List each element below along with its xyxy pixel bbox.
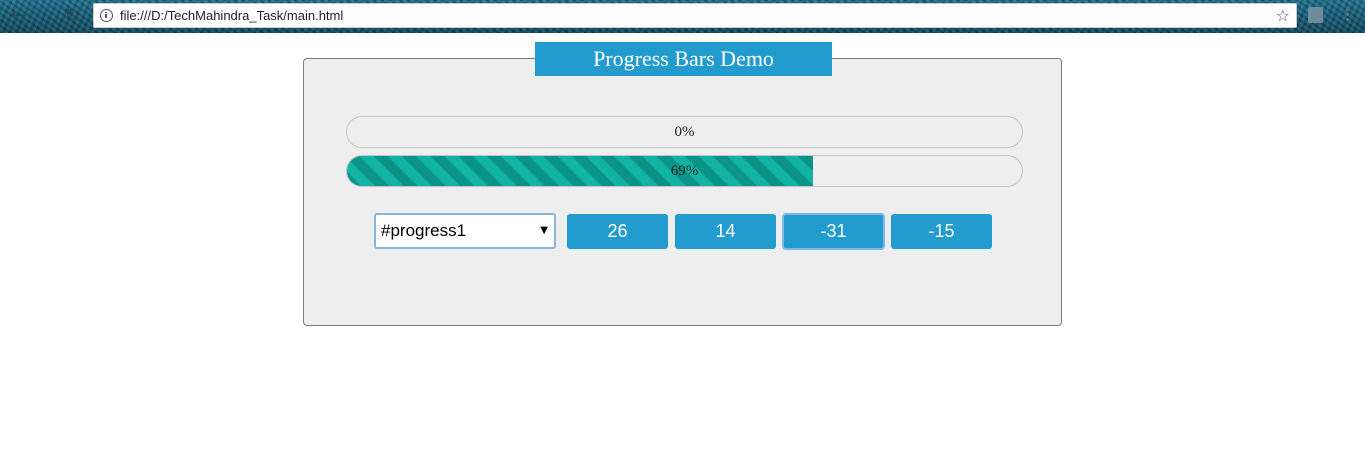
star-icon[interactable]: ☆ — [1276, 6, 1290, 25]
progress-selector[interactable]: #progress1 ▼ — [374, 213, 556, 249]
info-icon[interactable] — [100, 9, 113, 22]
progress-label: 0% — [674, 124, 695, 140]
decrement-15-button[interactable]: -15 — [891, 214, 992, 249]
url-text: file:///D:/TechMahindra_Task/main.html — [120, 8, 344, 23]
increment-14-button[interactable]: 14 — [675, 214, 776, 249]
kebab-menu-icon[interactable] — [1346, 8, 1350, 24]
progress-bar-1: 0% — [346, 116, 1023, 148]
address-bar[interactable]: file:///D:/TechMahindra_Task/main.html ☆ — [93, 3, 1297, 28]
progress-label: 69% — [670, 163, 699, 179]
chevron-down-icon: ▼ — [540, 225, 548, 236]
demo-panel — [303, 58, 1062, 326]
selector-value: #progress1 — [381, 221, 467, 240]
increment-26-button[interactable]: 26 — [567, 214, 668, 249]
reload-icon[interactable]: ↻ — [60, 5, 84, 27]
decrement-31-button[interactable]: -31 — [782, 213, 885, 250]
extension-icon[interactable] — [1308, 7, 1323, 23]
page-title: Progress Bars Demo — [535, 42, 832, 76]
progress-bar-2: 69% — [346, 155, 1023, 187]
browser-toolbar: ← ↻ file:///D:/TechMahindra_Task/main.ht… — [0, 0, 1365, 33]
arrow-left-icon[interactable]: ← — [6, 5, 30, 27]
